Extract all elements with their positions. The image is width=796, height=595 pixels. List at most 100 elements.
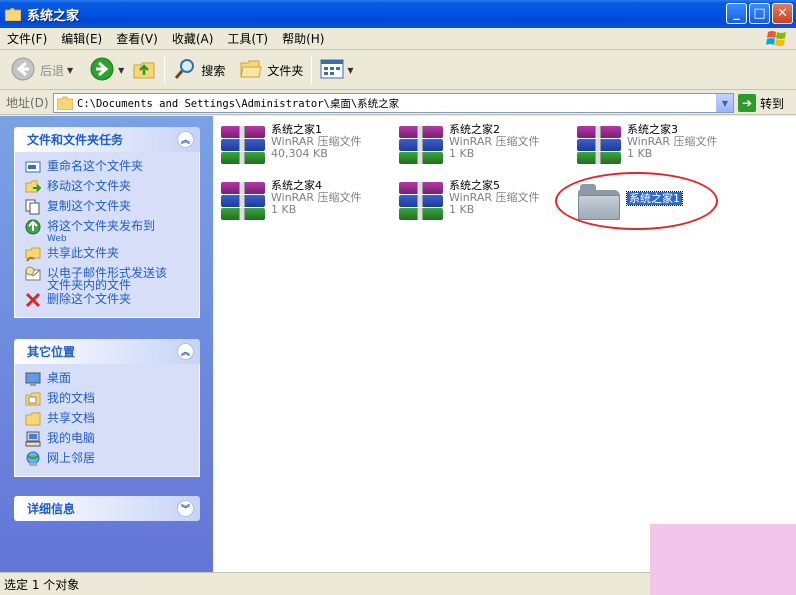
place-label: 网上邻居: [47, 451, 96, 465]
web-publish-icon: [25, 219, 41, 235]
file-list-area[interactable]: 系统之家1 WinRAR 压缩文件 40,304 KB 系统之家2 WinRAR…: [213, 116, 796, 572]
corner-overlay: [650, 524, 796, 595]
copy-icon: [25, 199, 41, 215]
chevron-down-icon[interactable]: ▼: [716, 94, 733, 112]
shared-documents-icon: [25, 411, 41, 427]
expand-icon[interactable]: ︾: [177, 500, 194, 517]
task-label: 移动这个文件夹: [47, 179, 132, 193]
close-icon: ✕: [777, 6, 788, 21]
chevron-down-icon[interactable]: ▼: [67, 66, 73, 75]
panel-title: 文件和文件夹任务: [27, 133, 124, 147]
views-button[interactable]: ▼: [316, 54, 357, 86]
place-label: 共享文档: [47, 411, 96, 425]
forward-button[interactable]: ▼: [85, 54, 128, 86]
forward-arrow-icon: [89, 56, 115, 85]
minimize-button[interactable]: _: [726, 3, 747, 24]
address-label: 地址(D): [6, 96, 49, 110]
back-arrow-icon: [10, 56, 36, 85]
place-label: 我的文档: [47, 391, 96, 405]
address-path: C:\Documents and Settings\Administrator\…: [77, 97, 400, 110]
file-item[interactable]: 系统之家2 WinRAR 压缩文件 1 KB: [397, 124, 572, 172]
file-item[interactable]: 系统之家3 WinRAR 压缩文件 1 KB: [575, 124, 750, 172]
menu-favorites[interactable]: 收藏(A): [165, 30, 221, 47]
go-arrow-icon: ➔: [738, 94, 756, 112]
panel-body: 桌面 我的文档 共享文档 我的电脑 网上邻居: [14, 364, 200, 477]
panel-header[interactable]: 其它位置 ︽: [14, 339, 200, 364]
task-sublabel: Web: [47, 234, 67, 244]
task-label-line2: 文件夹内的文件: [47, 278, 132, 292]
place-network[interactable]: 网上邻居: [25, 450, 199, 470]
file-size: 1 KB: [449, 203, 475, 216]
panel-header[interactable]: 文件和文件夹任务 ︽: [14, 127, 200, 152]
chevron-down-icon[interactable]: ▼: [118, 66, 124, 75]
close-button[interactable]: ✕: [772, 3, 793, 24]
back-button[interactable]: 后退 ▼: [6, 54, 77, 86]
task-rename[interactable]: 重命名这个文件夹: [25, 158, 199, 178]
place-shared-documents[interactable]: 共享文档: [25, 410, 199, 430]
status-text: 选定 1 个对象: [4, 577, 80, 592]
toolbar-separator: [164, 56, 166, 84]
collapse-icon[interactable]: ︽: [177, 343, 194, 360]
move-icon: [25, 179, 42, 195]
task-label: 复制这个文件夹: [47, 199, 132, 213]
network-icon: [25, 451, 41, 467]
menu-view[interactable]: 查看(V): [109, 30, 165, 47]
winrar-archive-icon: [219, 124, 265, 168]
task-share[interactable]: 共享此文件夹: [25, 245, 199, 265]
window-title: 系统之家: [27, 8, 80, 24]
file-item[interactable]: 系统之家5 WinRAR 压缩文件 1 KB: [397, 180, 572, 228]
details-panel: 详细信息 ︾: [14, 496, 200, 521]
delete-icon: [25, 292, 41, 308]
file-size: 1 KB: [449, 147, 475, 160]
place-my-documents[interactable]: 我的文档: [25, 390, 199, 410]
task-move[interactable]: 移动这个文件夹: [25, 178, 199, 198]
search-button[interactable]: 搜索: [169, 54, 229, 86]
go-label: 转到: [760, 96, 785, 111]
task-delete[interactable]: 删除这个文件夹: [25, 291, 199, 311]
place-desktop[interactable]: 桌面: [25, 370, 199, 390]
menu-help[interactable]: 帮助(H): [275, 30, 331, 47]
file-size: 1 KB: [271, 203, 297, 216]
highlight-circle: [555, 172, 718, 230]
collapse-icon[interactable]: ︽: [177, 131, 194, 148]
panel-body: 重命名这个文件夹 移动这个文件夹 复制这个文件夹 将这个文件夹发布到 Web 共…: [14, 152, 200, 318]
toolbar-separator: [311, 56, 313, 84]
panel-title: 其它位置: [27, 345, 76, 359]
task-text-wrap: 将这个文件夹发布到 Web: [47, 218, 155, 245]
place-my-computer[interactable]: 我的电脑: [25, 430, 199, 450]
maximize-button[interactable]: □: [749, 3, 770, 24]
panel-header[interactable]: 详细信息 ︾: [14, 496, 200, 521]
folders-label: 文件夹: [267, 63, 304, 78]
search-label: 搜索: [201, 63, 226, 78]
windows-logo-icon: [766, 29, 788, 49]
menu-tools[interactable]: 工具(T): [220, 30, 275, 47]
file-item[interactable]: 系统之家4 WinRAR 压缩文件 1 KB: [219, 180, 394, 228]
title-bar[interactable]: 系统之家 _ □ ✕: [0, 0, 796, 28]
up-folder-icon: [132, 57, 156, 84]
task-publish-web[interactable]: 将这个文件夹发布到 Web: [25, 218, 199, 245]
folder-icon: [4, 7, 22, 21]
task-label: 共享此文件夹: [47, 246, 120, 260]
task-label: 重命名这个文件夹: [47, 159, 144, 173]
chevron-down-icon[interactable]: ▼: [347, 66, 353, 75]
address-input[interactable]: C:\Documents and Settings\Administrator\…: [53, 93, 734, 113]
maximize-icon: □: [753, 6, 766, 21]
menu-edit[interactable]: 编辑(E): [54, 30, 109, 47]
go-button[interactable]: ➔ 转到: [738, 94, 784, 112]
menu-bar: 文件(F) 编辑(E) 查看(V) 收藏(A) 工具(T) 帮助(H): [0, 28, 796, 50]
folders-icon: [239, 58, 263, 83]
place-label: 桌面: [47, 371, 72, 385]
task-copy[interactable]: 复制这个文件夹: [25, 198, 199, 218]
folder-icon: [57, 96, 73, 110]
menu-file[interactable]: 文件(F): [0, 30, 54, 47]
task-email[interactable]: 以电子邮件形式发送该 文件夹内的文件: [25, 265, 199, 291]
task-label: 删除这个文件夹: [47, 292, 132, 306]
share-icon: [25, 246, 41, 262]
winrar-archive-icon: [397, 124, 443, 168]
up-folder-button[interactable]: [128, 54, 160, 86]
minimize-icon: _: [733, 6, 740, 21]
folders-button[interactable]: 文件夹: [235, 54, 307, 86]
task-text-wrap: 以电子邮件形式发送该 文件夹内的文件: [47, 265, 167, 291]
file-item[interactable]: 系统之家1 WinRAR 压缩文件 40,304 KB: [219, 124, 394, 172]
winrar-archive-icon: [397, 180, 443, 224]
